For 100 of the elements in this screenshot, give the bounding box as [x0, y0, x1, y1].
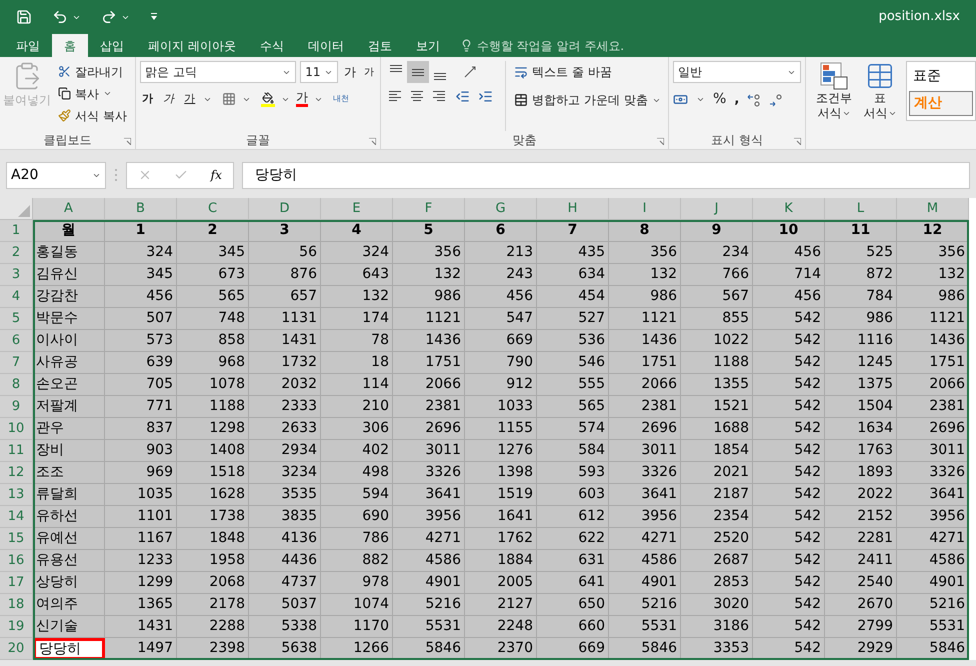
ribbon-tab[interactable]: 검토	[356, 34, 404, 57]
column-header[interactable]: D	[249, 198, 321, 220]
column-header[interactable]: L	[825, 198, 897, 220]
column-header[interactable]: J	[681, 198, 753, 220]
row-header[interactable]: 1	[0, 220, 33, 242]
column-header[interactable]: B	[105, 198, 177, 220]
ribbon-tab[interactable]: 데이터	[296, 34, 356, 57]
decrease-decimal-icon[interactable]	[769, 92, 784, 106]
row-header[interactable]: 12	[0, 462, 33, 484]
table-format-button[interactable]: 표 서식	[862, 61, 898, 149]
row-header[interactable]: 9	[0, 396, 33, 418]
phonetic-button[interactable]: 내천	[333, 93, 350, 106]
grow-font-button[interactable]: 가	[342, 63, 358, 81]
table-cell: 5531	[897, 616, 969, 638]
vertical-align-button[interactable]	[407, 61, 430, 83]
italic-button[interactable]: 가	[161, 91, 176, 108]
column-header[interactable]: A	[33, 198, 105, 220]
ribbon-tab[interactable]: 파일	[4, 34, 52, 57]
font-color-button[interactable]: 가	[296, 91, 308, 108]
customize-toolbar-icon[interactable]	[150, 13, 158, 21]
currency-format-icon[interactable]	[673, 92, 688, 107]
table-cell: 986	[609, 286, 681, 308]
row-header[interactable]: 6	[0, 330, 33, 352]
align-center-icon[interactable]	[411, 90, 426, 102]
table-cell: 1751	[609, 352, 681, 374]
save-icon[interactable]	[16, 9, 32, 25]
table-cell: 1518	[177, 462, 249, 484]
table-cell: 1233	[105, 550, 177, 572]
row-header[interactable]: 10	[0, 418, 33, 440]
number-format-field[interactable]: 일반	[673, 61, 801, 83]
row-header[interactable]: 14	[0, 506, 33, 528]
column-header[interactable]: H	[537, 198, 609, 220]
borders-icon[interactable]	[222, 92, 236, 106]
table-cell: 3234	[249, 462, 321, 484]
column-header[interactable]: C	[177, 198, 249, 220]
cell-style-item[interactable]: 계산	[909, 91, 973, 116]
row-header[interactable]: 8	[0, 374, 33, 396]
ribbon-tab[interactable]: 삽입	[88, 34, 136, 57]
wrap-text-button[interactable]: 텍스트 줄 바꿈	[514, 61, 661, 83]
insert-function-button[interactable]: fx	[210, 166, 222, 184]
table-cell: 1375	[825, 374, 897, 396]
row-header[interactable]: 13	[0, 484, 33, 506]
font-size-field[interactable]: 11	[300, 61, 338, 83]
table-cell: 1848	[177, 528, 249, 550]
redo-icon[interactable]	[101, 9, 117, 25]
drag-handle-icon[interactable]	[114, 168, 118, 182]
column-header[interactable]: K	[753, 198, 825, 220]
row-header[interactable]: 5	[0, 308, 33, 330]
ribbon-tab[interactable]: 보기	[404, 34, 452, 57]
formula-field[interactable]: 당당히	[242, 162, 970, 188]
row-header[interactable]: 11	[0, 440, 33, 462]
row-header[interactable]: 7	[0, 352, 33, 374]
table-cell: 356	[393, 242, 465, 264]
merge-center-button[interactable]: 병합하고 가운데 맞춤	[514, 89, 661, 111]
row-header[interactable]: 17	[0, 572, 33, 594]
dialog-launcher-icon[interactable]	[794, 138, 801, 145]
row-header[interactable]: 16	[0, 550, 33, 572]
row-header[interactable]: 4	[0, 286, 33, 308]
row-header[interactable]: 19	[0, 616, 33, 638]
column-header[interactable]: G	[465, 198, 537, 220]
table-cell: 1022	[681, 330, 753, 352]
ribbon-tab[interactable]: 수식	[248, 34, 296, 57]
comma-button[interactable]: ,	[734, 90, 740, 110]
table-cell: 2066	[897, 374, 969, 396]
clipboard-command[interactable]: 복사	[58, 83, 127, 104]
shrink-font-button[interactable]: 가	[362, 64, 376, 80]
dialog-launcher-icon[interactable]	[369, 138, 376, 145]
row-header[interactable]: 20	[0, 638, 33, 660]
undo-icon[interactable]	[52, 9, 68, 25]
increase-decimal-icon[interactable]	[747, 92, 762, 106]
name-box[interactable]: A20	[6, 162, 106, 188]
percent-button[interactable]: %	[713, 89, 726, 110]
align-right-icon[interactable]	[433, 90, 448, 102]
align-left-icon[interactable]	[389, 90, 404, 102]
column-header[interactable]: M	[897, 198, 969, 220]
conditional-format-button[interactable]: 조건부 서식	[814, 61, 854, 149]
ribbon-tab[interactable]: 홈	[52, 34, 88, 57]
ribbon-tab[interactable]: 페이지 레이아웃	[136, 34, 248, 57]
merge-cells-icon	[514, 93, 528, 107]
column-header[interactable]: I	[609, 198, 681, 220]
decrease-indent-icon[interactable]	[455, 89, 470, 104]
increase-indent-icon[interactable]	[478, 89, 494, 104]
clipboard-command[interactable]: 잘라내기	[58, 61, 127, 82]
table-cell: 4271	[393, 528, 465, 550]
dialog-launcher-icon[interactable]	[657, 138, 664, 145]
clipboard-command[interactable]: 서식 복사	[58, 105, 127, 126]
table-cell: 1751	[897, 352, 969, 374]
row-header[interactable]: 2	[0, 242, 33, 264]
underline-button[interactable]: 가	[182, 91, 198, 108]
row-header[interactable]: 18	[0, 594, 33, 616]
row-header[interactable]: 3	[0, 264, 33, 286]
font-name-field[interactable]: 맑은 고딕	[140, 61, 296, 83]
fill-color-button[interactable]	[261, 92, 276, 107]
tell-me-field[interactable]: 수행할 작업을 알려 주세요.	[460, 34, 624, 57]
column-header[interactable]: E	[321, 198, 393, 220]
dialog-launcher-icon[interactable]	[124, 138, 132, 145]
row-header[interactable]: 15	[0, 528, 33, 550]
table-cell: 1101	[105, 506, 177, 528]
bold-button[interactable]: 가	[140, 91, 156, 108]
column-header[interactable]: F	[393, 198, 465, 220]
